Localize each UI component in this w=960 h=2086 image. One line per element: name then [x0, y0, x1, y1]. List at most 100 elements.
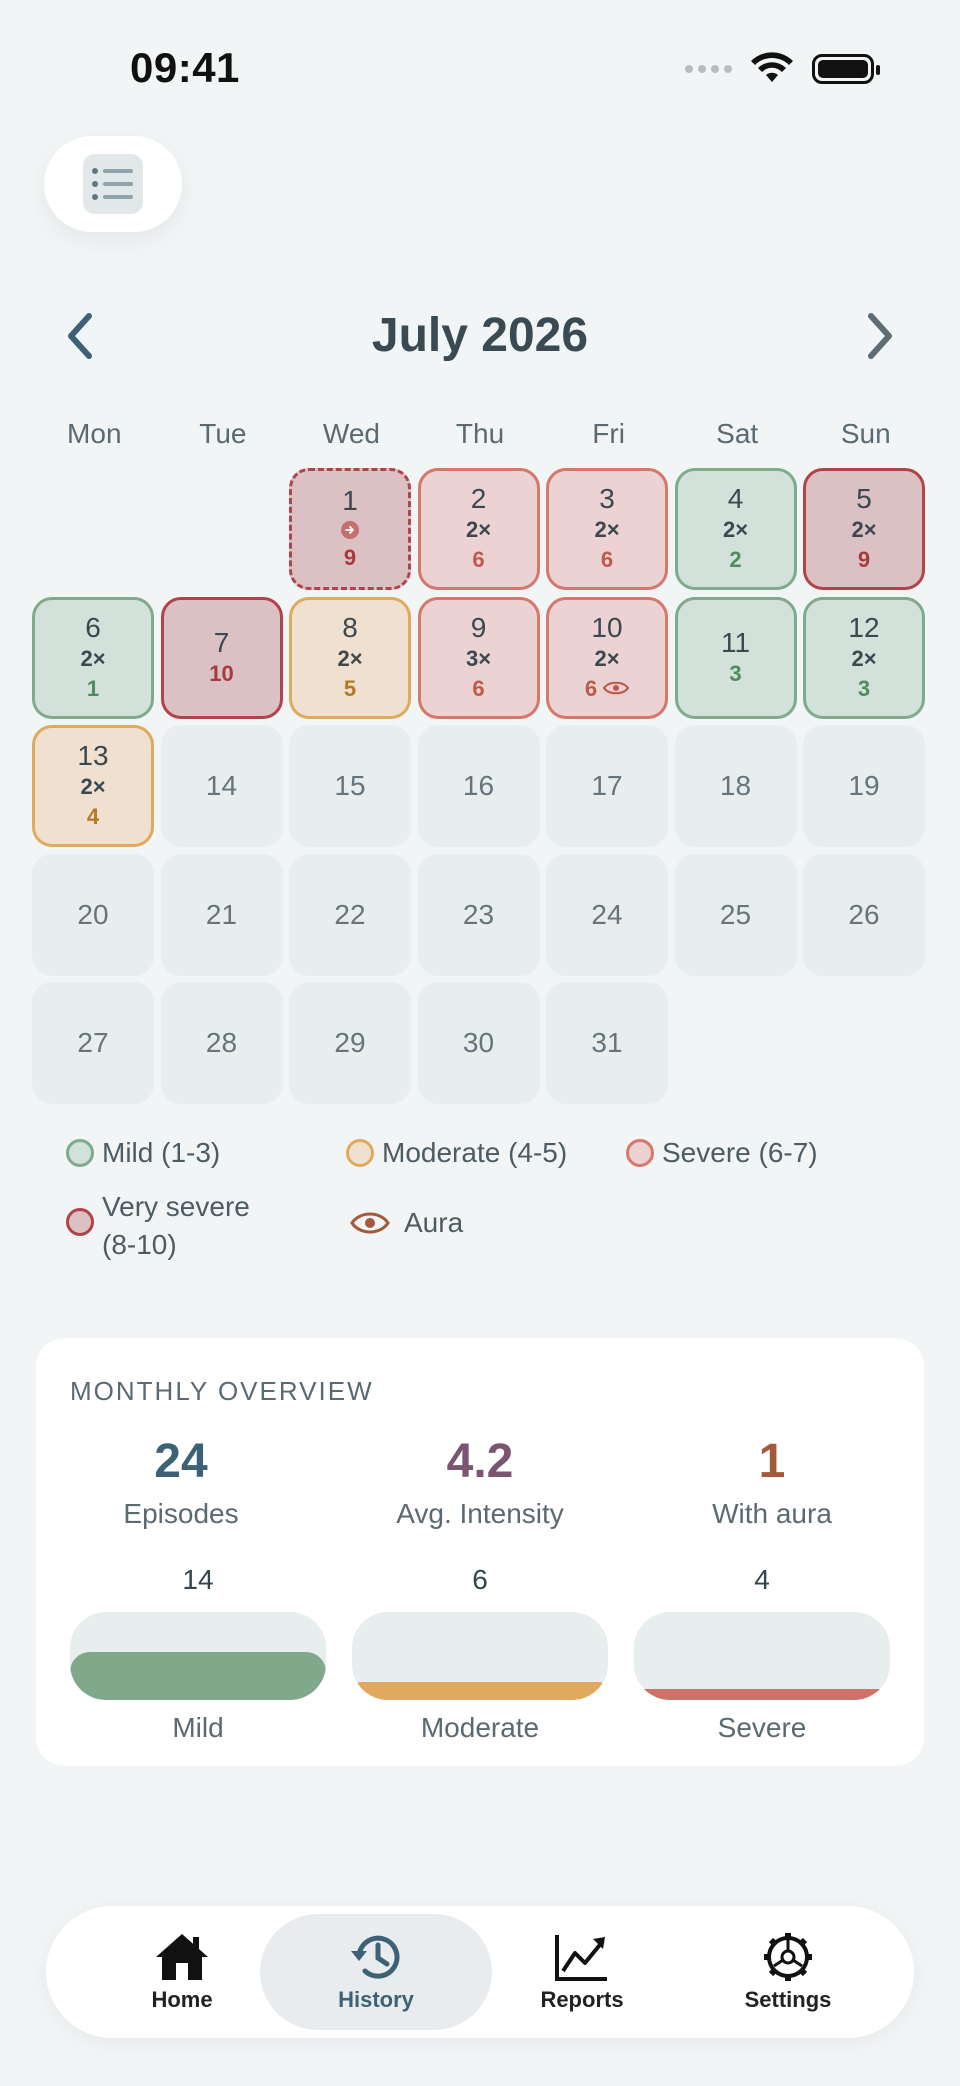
day-number: 25: [719, 898, 752, 930]
weekday-header: Mon Tue Wed Thu Fri Sat Sun: [30, 418, 930, 450]
mild-dot-icon: [66, 1139, 94, 1167]
calendar-day-1[interactable]: 19: [289, 468, 411, 590]
calendar-day-16[interactable]: 16: [417, 725, 540, 847]
max-intensity: 6: [584, 674, 630, 704]
intensity-value: 3: [857, 675, 871, 701]
episode-count: 2×: [722, 517, 749, 542]
calendar-day-22[interactable]: 22: [289, 853, 411, 976]
calendar-day-10[interactable]: 10 2× 6: [546, 596, 668, 719]
intensity-value: 6: [472, 675, 485, 701]
intensity-value: 6: [600, 547, 614, 572]
day-number: 11: [720, 626, 751, 658]
calendar-day-17[interactable]: 17: [546, 725, 668, 847]
episode-count: 2×: [80, 645, 106, 671]
day-number: 19: [848, 770, 880, 801]
legend-label: Severe (6-7): [662, 1137, 818, 1168]
menu-button[interactable]: [44, 136, 182, 232]
tab-history[interactable]: History: [260, 1914, 492, 2030]
calendar-grid: 1 9 2 2× 6 3 2× 6 4 2× 2 5 2× 9 6 2× 1 7 10 8 2× 5 9 3× 6 10 2× 6 11…: [32, 468, 925, 1104]
stat-intensity: 4.2 Avg. Intensity: [335, 1434, 625, 1530]
intensity-value: 10: [209, 660, 234, 686]
status-indicators: [685, 52, 880, 86]
month-title: July 2026: [371, 309, 589, 362]
episode-count: 2×: [465, 517, 492, 542]
calendar-blank-cell: [161, 468, 283, 590]
max-intensity: 9: [858, 545, 870, 575]
calendar-day-8[interactable]: 8 2× 5: [289, 596, 411, 719]
calendar-day-21[interactable]: 21: [160, 853, 283, 976]
bar-fill: [70, 1651, 326, 1700]
bar-label: Mild: [172, 1712, 224, 1743]
chart-icon: [555, 1935, 607, 1981]
day-number: 13: [77, 740, 109, 771]
calendar-day-7[interactable]: 7 10: [160, 596, 283, 719]
overview-title: MONTHLY OVERVIEW: [70, 1376, 374, 1406]
day-number: 10: [591, 611, 623, 643]
calendar-day-4[interactable]: 4 2× 2: [674, 468, 797, 590]
monthly-overview-card: MONTHLY OVERVIEW 24 Episodes 4.2 Avg. In…: [36, 1338, 924, 1766]
calendar-day-5[interactable]: 5 2× 9: [803, 468, 925, 590]
moderate-dot-icon: [346, 1139, 374, 1167]
legend-label: Very severe (8-10): [102, 1191, 250, 1260]
day-number: 22: [334, 898, 366, 930]
intensity-value: 6: [584, 675, 598, 701]
bar-count: 4: [754, 1564, 770, 1595]
chevron-right-icon: [868, 313, 892, 359]
calendar-day-19[interactable]: 19: [803, 725, 925, 847]
tab-label: Reports: [540, 1987, 624, 2012]
calendar-day-27[interactable]: 27: [32, 982, 154, 1104]
max-intensity: 3: [729, 659, 741, 689]
day-number: 8: [342, 611, 358, 643]
tab-bar: Home History Reports Settings: [46, 1906, 914, 2038]
max-intensity: 9: [344, 543, 356, 573]
calendar-day-14[interactable]: 14: [160, 725, 283, 847]
calendar-day-11[interactable]: 11 3: [674, 596, 797, 719]
month-navigation: July 2026: [0, 296, 960, 376]
tab-settings[interactable]: Settings: [672, 1914, 904, 2030]
legend-mild: Mild (1-3): [66, 1134, 220, 1172]
calendar-day-13[interactable]: 13 2× 4: [32, 725, 154, 847]
day-number: 1: [342, 485, 358, 516]
day-number: 20: [77, 898, 109, 930]
intensity-label: Avg. Intensity: [396, 1498, 564, 1529]
calendar-day-6[interactable]: 6 2× 1: [32, 596, 154, 719]
calendar-day-29[interactable]: 29: [289, 982, 411, 1104]
day-number: 30: [462, 1027, 495, 1058]
episode-count: 2×: [594, 645, 620, 671]
intensity-value: 1: [86, 675, 100, 701]
max-intensity: 4: [87, 802, 99, 832]
calendar-day-24[interactable]: 24: [546, 853, 668, 976]
arrow-marker-icon: [341, 521, 359, 539]
wifi-icon: [751, 52, 793, 82]
day-number: 9: [470, 611, 487, 643]
calendar-day-28[interactable]: 28: [160, 982, 283, 1104]
intensity-value: 9: [343, 545, 357, 570]
bar-count: 14: [182, 1564, 214, 1595]
calendar-day-3[interactable]: 3 2× 6: [546, 468, 668, 590]
calendar-day-15[interactable]: 15: [289, 725, 411, 847]
calendar-day-9[interactable]: 9 3× 6: [417, 596, 540, 719]
bar-label: Severe: [717, 1712, 807, 1743]
calendar-blank-cell: [32, 468, 154, 590]
day-number: 14: [205, 770, 238, 801]
calendar-day-25[interactable]: 25: [674, 853, 797, 976]
calendar-day-23[interactable]: 23: [417, 853, 540, 976]
calendar-day-2[interactable]: 2 2× 6: [417, 468, 540, 590]
day-number: 21: [205, 898, 238, 930]
calendar-day-31[interactable]: 31: [546, 982, 668, 1104]
tab-reports[interactable]: Reports: [466, 1914, 698, 2030]
bar-track: [634, 1612, 890, 1700]
calendar-day-20[interactable]: 20: [32, 853, 154, 976]
calendar-day-12[interactable]: 12 2× 3: [803, 596, 925, 719]
day-number: 12: [848, 611, 880, 643]
bar-track: [352, 1612, 608, 1700]
next-month-button[interactable]: [852, 308, 908, 364]
day-number: 26: [848, 898, 880, 930]
calendar-day-18[interactable]: 18: [674, 725, 797, 847]
bar-label: Moderate: [420, 1712, 540, 1743]
list-icon: [83, 154, 143, 214]
calendar-day-26[interactable]: 26: [803, 853, 925, 976]
day-number: 24: [591, 898, 623, 930]
status-time: 09:41: [130, 44, 240, 91]
calendar-day-30[interactable]: 30: [417, 982, 540, 1104]
